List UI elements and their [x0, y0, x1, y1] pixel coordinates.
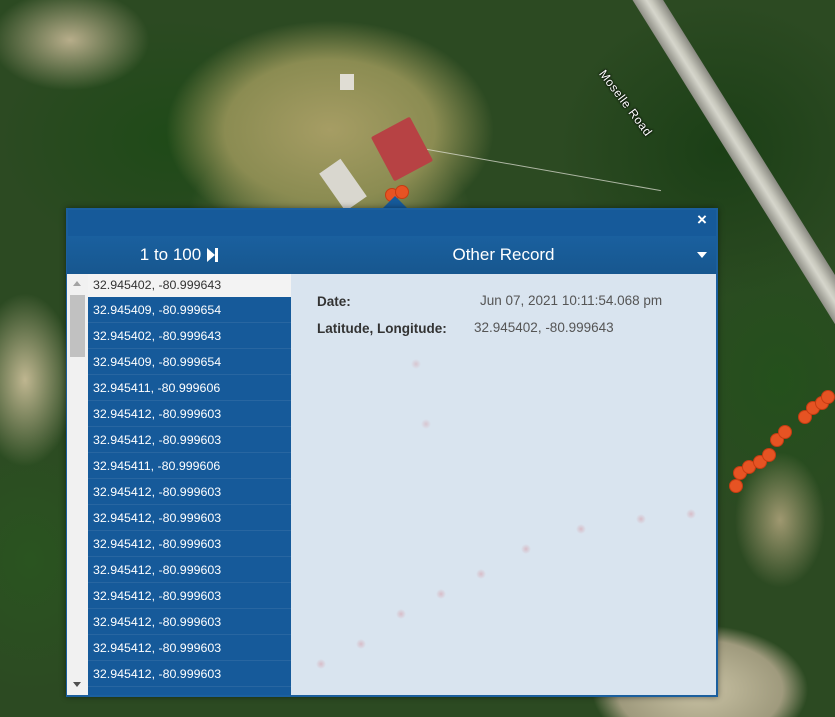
gps-marker[interactable] [778, 425, 792, 439]
map-track-overlay [291, 274, 716, 695]
date-label: Date: [317, 294, 351, 309]
list-item[interactable]: 32.945412, -80.999603 [88, 661, 291, 687]
latlng-value: 32.945402, -80.999643 [474, 320, 614, 335]
list-item[interactable]: 32.945412, -80.999603 [88, 609, 291, 635]
list-item[interactable]: 32.945411, -80.999606 [88, 375, 291, 401]
skip-next-icon[interactable] [207, 248, 219, 262]
record-title: Other Record [452, 245, 555, 264]
gps-marker[interactable] [729, 479, 743, 493]
list-item[interactable]: 32.945412, -80.999603 [88, 505, 291, 531]
list-item[interactable]: 32.945409, -80.999654 [88, 297, 291, 323]
list-scrollbar[interactable] [67, 274, 88, 695]
list-item[interactable]: 32.945402, -80.999643 [88, 323, 291, 349]
list-item[interactable]: 32.945411, -80.999606 [88, 453, 291, 479]
record-header: Other Record [291, 236, 716, 274]
popup-pointer [383, 196, 407, 208]
list-item[interactable]: 32.945412, -80.999603 [88, 635, 291, 661]
list-item[interactable]: 32.945412, -80.999603 [88, 531, 291, 557]
property-line [404, 145, 662, 192]
list-item[interactable]: 32.945412, -80.999603 [88, 583, 291, 609]
list-item[interactable]: 32.945412, -80.999603 [88, 479, 291, 505]
list-header: 1 to 100 [67, 236, 291, 274]
list-item[interactable]: 32.945412, -80.999603 [88, 557, 291, 583]
scroll-thumb[interactable] [70, 295, 85, 357]
gps-marker[interactable] [762, 448, 776, 462]
date-value: Jun 07, 2021 10:11:54.068 pm [480, 293, 663, 308]
list-item[interactable]: 32.945412, -80.999603 [88, 427, 291, 453]
scroll-up-arrow-icon[interactable] [73, 281, 81, 286]
list-item[interactable]: 32.945402, -80.999643 [88, 274, 291, 297]
record-rows: 32.945402, -80.999643 32.945409, -80.9996… [88, 274, 291, 687]
record-range-label: 1 to 100 [139, 245, 202, 264]
latlng-label: Latitude, Longitude: [317, 321, 447, 336]
caret-down-icon[interactable] [697, 252, 707, 258]
list-item[interactable]: 32.945412, -80.999603 [88, 401, 291, 427]
record-detail-panel: Date: Jun 07, 2021 10:11:54.068 pm Latit… [291, 274, 716, 695]
list-item[interactable]: 32.945409, -80.999654 [88, 349, 291, 375]
road-label: Moselle Road [596, 67, 656, 139]
close-button[interactable]: × [693, 211, 711, 229]
record-list: 32.945402, -80.999643 32.945409, -80.9996… [67, 274, 291, 695]
building-white-roof [319, 158, 367, 212]
gps-marker[interactable] [821, 390, 835, 404]
building-red-roof [370, 116, 434, 182]
scroll-down-arrow-icon[interactable] [73, 682, 81, 687]
building [340, 74, 354, 90]
